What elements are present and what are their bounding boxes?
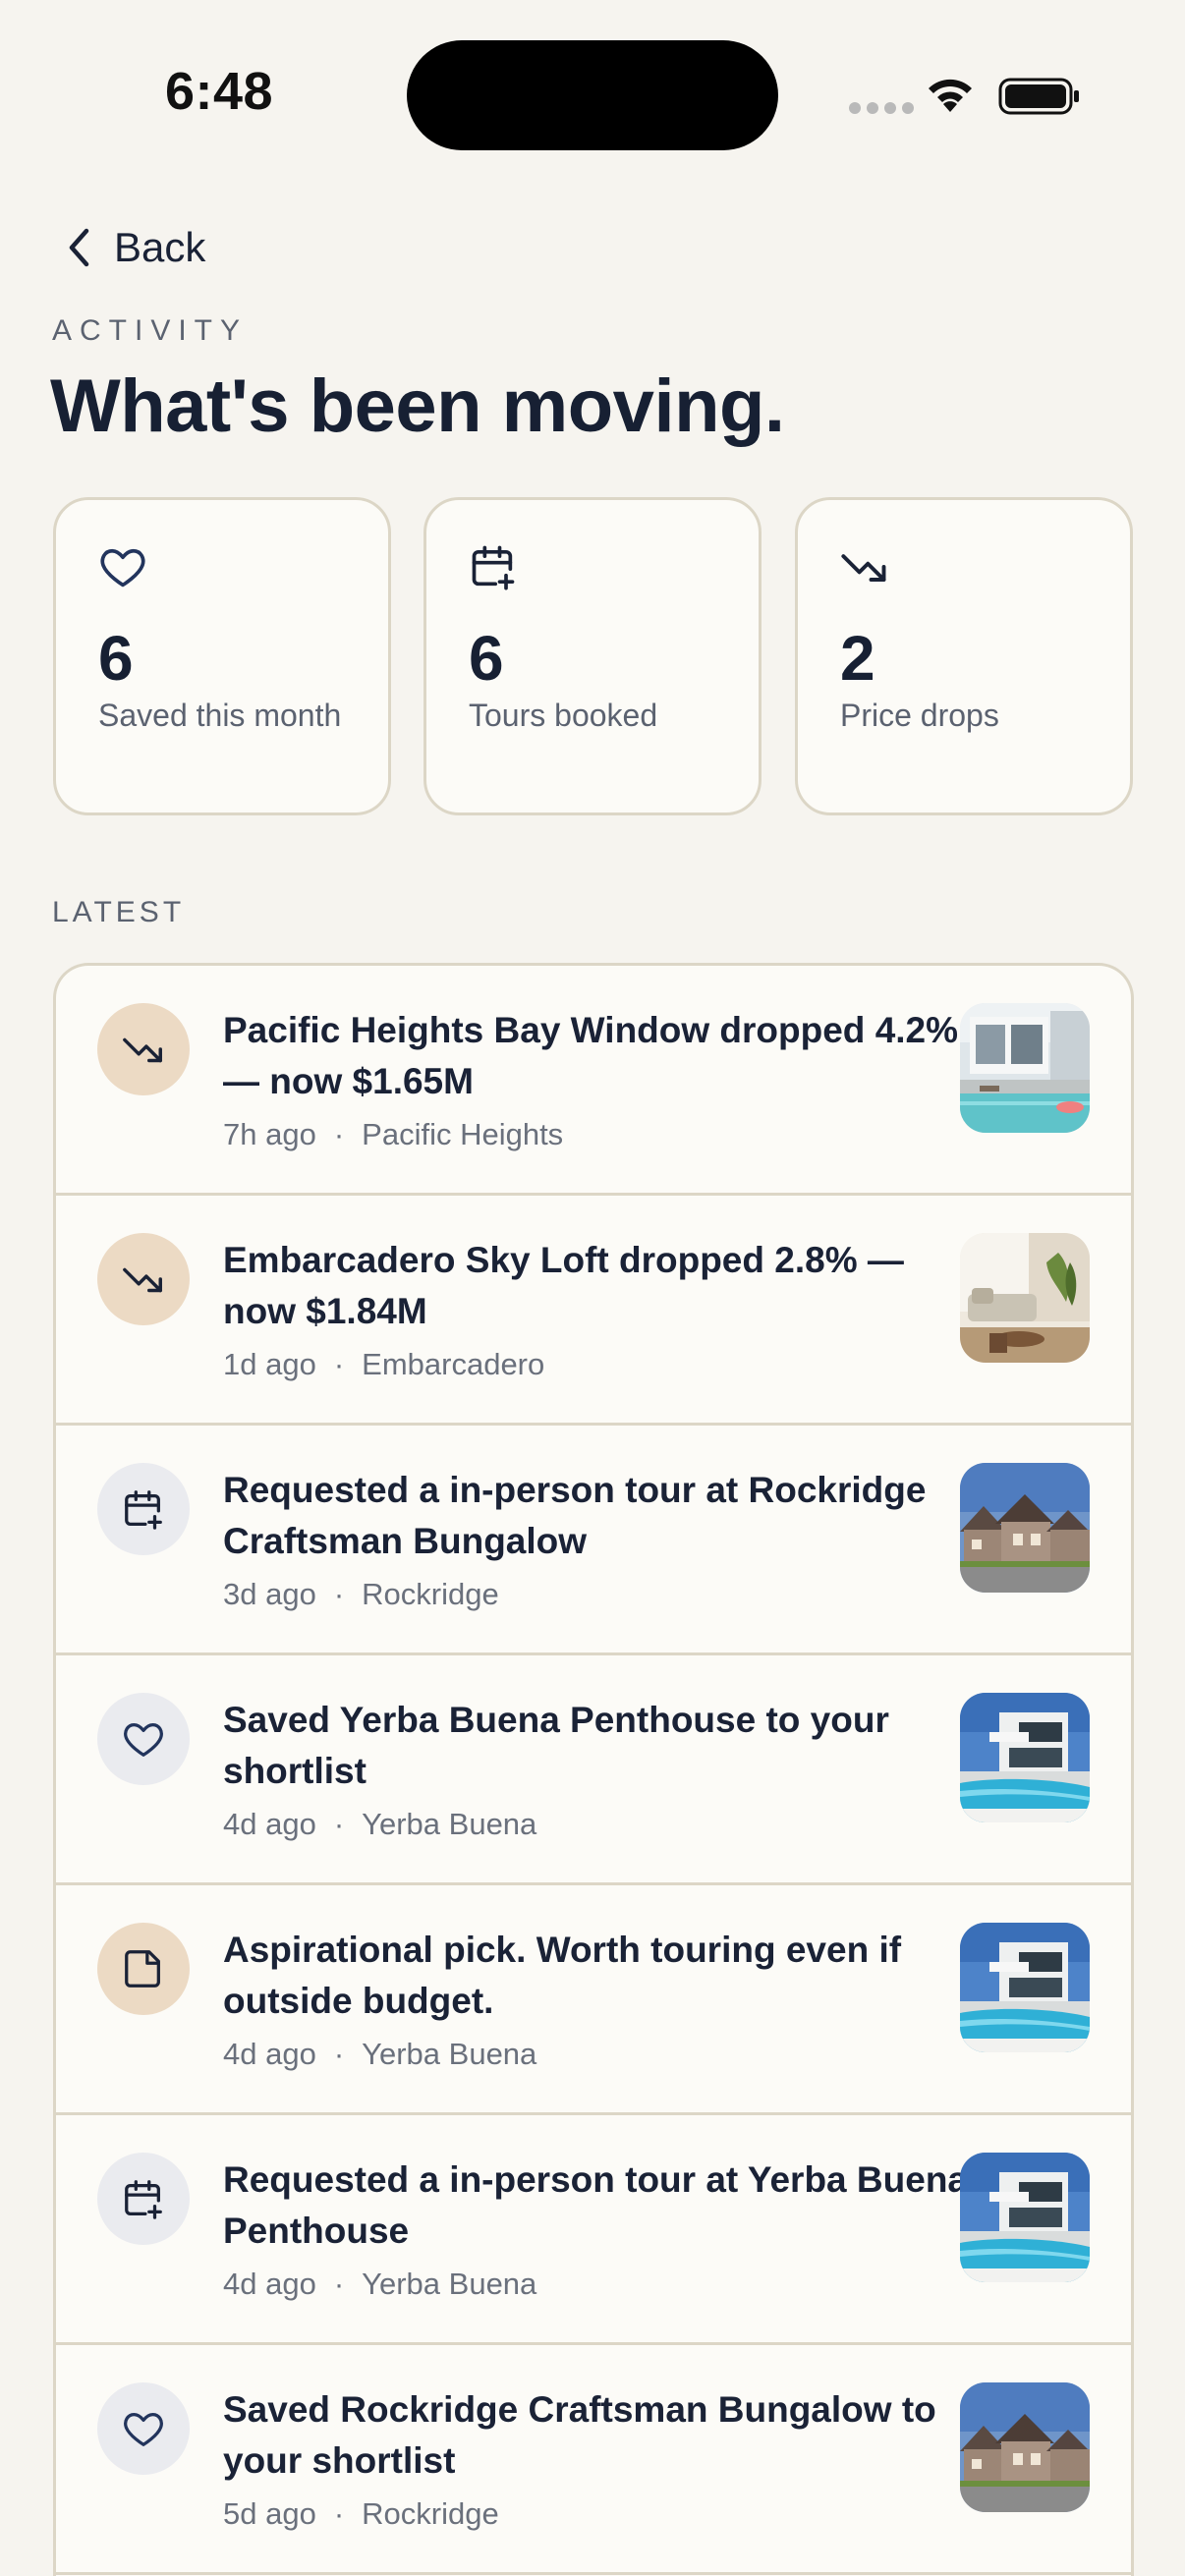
- feed-meta: 4d ago · Yerba Buena: [223, 2267, 536, 2302]
- feed-badge: [97, 1233, 190, 1325]
- feed-meta: 4d ago · Yerba Buena: [223, 1807, 536, 1842]
- feed-meta: 7h ago · Pacific Heights: [223, 1117, 563, 1152]
- feed-item-saved[interactable]: Saved Yerba Buena Penthouse to your shor…: [56, 1655, 1131, 1885]
- calendar-plus-icon: [468, 541, 519, 592]
- heart-icon: [97, 541, 148, 592]
- meta-separator: ·: [333, 1807, 345, 1841]
- feed-badge: [97, 1463, 190, 1555]
- feed-meta: 5d ago · Rockridge: [223, 2496, 499, 2532]
- trending-down-icon: [839, 541, 890, 592]
- feed-title: Pacific Heights Bay Window dropped 4.2% …: [223, 1010, 959, 1101]
- feed-time: 1d ago: [223, 1347, 316, 1381]
- feed-location: Embarcadero: [362, 1347, 545, 1381]
- feed-title: Aspirational pick. Worth touring even if…: [223, 1930, 902, 2021]
- villa-pool-photo: [960, 2153, 1090, 2282]
- feed-title: Embarcadero Sky Loft dropped 2.8% — now …: [223, 1240, 904, 1331]
- modern-house-pool-photo: [960, 1003, 1090, 1133]
- battery-icon: [998, 78, 1079, 115]
- feed-badge: [97, 1923, 190, 2015]
- suburban-houses-photo: [960, 2382, 1090, 2512]
- activity-screen: 6:48 Back ACTIVITY What's been moving. 6…: [0, 0, 1185, 2576]
- latest-section-label: LATEST: [52, 896, 186, 928]
- cellular-signal-icon: [849, 102, 914, 114]
- stat-label: Saved this month: [98, 698, 342, 733]
- calendar-plus-icon: [121, 2176, 166, 2221]
- feed-badge: [97, 1003, 190, 1095]
- feed-title: Requested a in-person tour at Rockridge …: [223, 1470, 927, 1561]
- stat-card-price-drops[interactable]: 2 Price drops: [795, 497, 1133, 815]
- heart-icon: [121, 2406, 166, 2451]
- feed-item-saved[interactable]: Saved Rockridge Craftsman Bungalow to yo…: [56, 2345, 1131, 2575]
- listing-thumbnail[interactable]: [960, 1693, 1090, 1822]
- stat-value: 6: [98, 623, 134, 694]
- listing-thumbnail[interactable]: [960, 1463, 1090, 1593]
- status-bar: 6:48: [0, 0, 1185, 157]
- stat-card-tours[interactable]: 6 Tours booked: [423, 497, 762, 815]
- feed-item-tour-request[interactable]: Requested a in-person tour at Yerba Buen…: [56, 2115, 1131, 2345]
- listing-thumbnail[interactable]: [960, 2153, 1090, 2282]
- meta-separator: ·: [333, 2267, 345, 2301]
- feed-time: 5d ago: [223, 2496, 316, 2531]
- meta-separator: ·: [333, 2496, 345, 2531]
- feed-time: 4d ago: [223, 1807, 316, 1841]
- listing-thumbnail[interactable]: [960, 1233, 1090, 1363]
- feed-location: Rockridge: [362, 1577, 499, 1611]
- stat-value: 6: [469, 623, 504, 694]
- feed-time: 4d ago: [223, 2267, 316, 2301]
- listing-thumbnail[interactable]: [960, 2382, 1090, 2512]
- feed-time: 7h ago: [223, 1117, 316, 1151]
- back-label: Back: [114, 224, 206, 270]
- feed-location: Yerba Buena: [362, 2037, 537, 2071]
- activity-feed: Pacific Heights Bay Window dropped 4.2% …: [53, 963, 1134, 2576]
- listing-thumbnail[interactable]: [960, 1003, 1090, 1133]
- meta-separator: ·: [333, 1577, 345, 1611]
- feed-item-price-drop[interactable]: Pacific Heights Bay Window dropped 4.2% …: [56, 966, 1131, 1196]
- stat-value: 2: [840, 623, 875, 694]
- feed-location: Rockridge: [362, 2496, 499, 2531]
- meta-separator: ·: [333, 1117, 345, 1151]
- feed-badge: [97, 2153, 190, 2245]
- feed-location: Yerba Buena: [362, 1807, 537, 1841]
- chevron-left-icon: [69, 228, 89, 267]
- feed-title: Requested a in-person tour at Yerba Buen…: [223, 2159, 968, 2251]
- feed-time: 4d ago: [223, 2037, 316, 2071]
- note-icon: [121, 1946, 166, 1991]
- feed-item-note[interactable]: Aspirational pick. Worth touring even if…: [56, 1885, 1131, 2115]
- calendar-plus-icon: [121, 1486, 166, 1532]
- feed-location: Yerba Buena: [362, 2267, 537, 2301]
- section-eyebrow: ACTIVITY: [52, 314, 249, 347]
- page-title: What's been moving.: [50, 364, 785, 448]
- feed-time: 3d ago: [223, 1577, 316, 1611]
- feed-badge: [97, 1693, 190, 1785]
- living-room-photo: [960, 1233, 1090, 1363]
- stat-label: Price drops: [840, 698, 999, 733]
- listing-thumbnail[interactable]: [960, 1923, 1090, 2052]
- feed-meta: 4d ago · Yerba Buena: [223, 2037, 536, 2072]
- status-time: 6:48: [164, 62, 274, 121]
- feed-title: Saved Yerba Buena Penthouse to your shor…: [223, 1700, 889, 1791]
- meta-separator: ·: [333, 2037, 345, 2071]
- feed-item-tour-request[interactable]: Requested a in-person tour at Rockridge …: [56, 1426, 1131, 1655]
- suburban-houses-photo: [960, 1463, 1090, 1593]
- trending-down-icon: [121, 1257, 166, 1302]
- wifi-icon: [929, 79, 972, 112]
- feed-meta: 3d ago · Rockridge: [223, 1577, 499, 1612]
- heart-icon: [121, 1716, 166, 1762]
- stat-label: Tours booked: [469, 698, 658, 733]
- villa-pool-photo: [960, 1693, 1090, 1822]
- dynamic-island: [407, 40, 778, 150]
- stat-card-saved[interactable]: 6 Saved this month: [53, 497, 391, 815]
- feed-badge: [97, 2382, 190, 2475]
- back-button[interactable]: Back: [65, 218, 205, 277]
- feed-meta: 1d ago · Embarcadero: [223, 1347, 544, 1382]
- feed-item-price-drop[interactable]: Embarcadero Sky Loft dropped 2.8% — now …: [56, 1196, 1131, 1426]
- trending-down-icon: [121, 1027, 166, 1072]
- meta-separator: ·: [333, 1347, 345, 1381]
- feed-title: Saved Rockridge Craftsman Bungalow to yo…: [223, 2389, 936, 2481]
- villa-pool-photo: [960, 1923, 1090, 2052]
- feed-location: Pacific Heights: [362, 1117, 564, 1151]
